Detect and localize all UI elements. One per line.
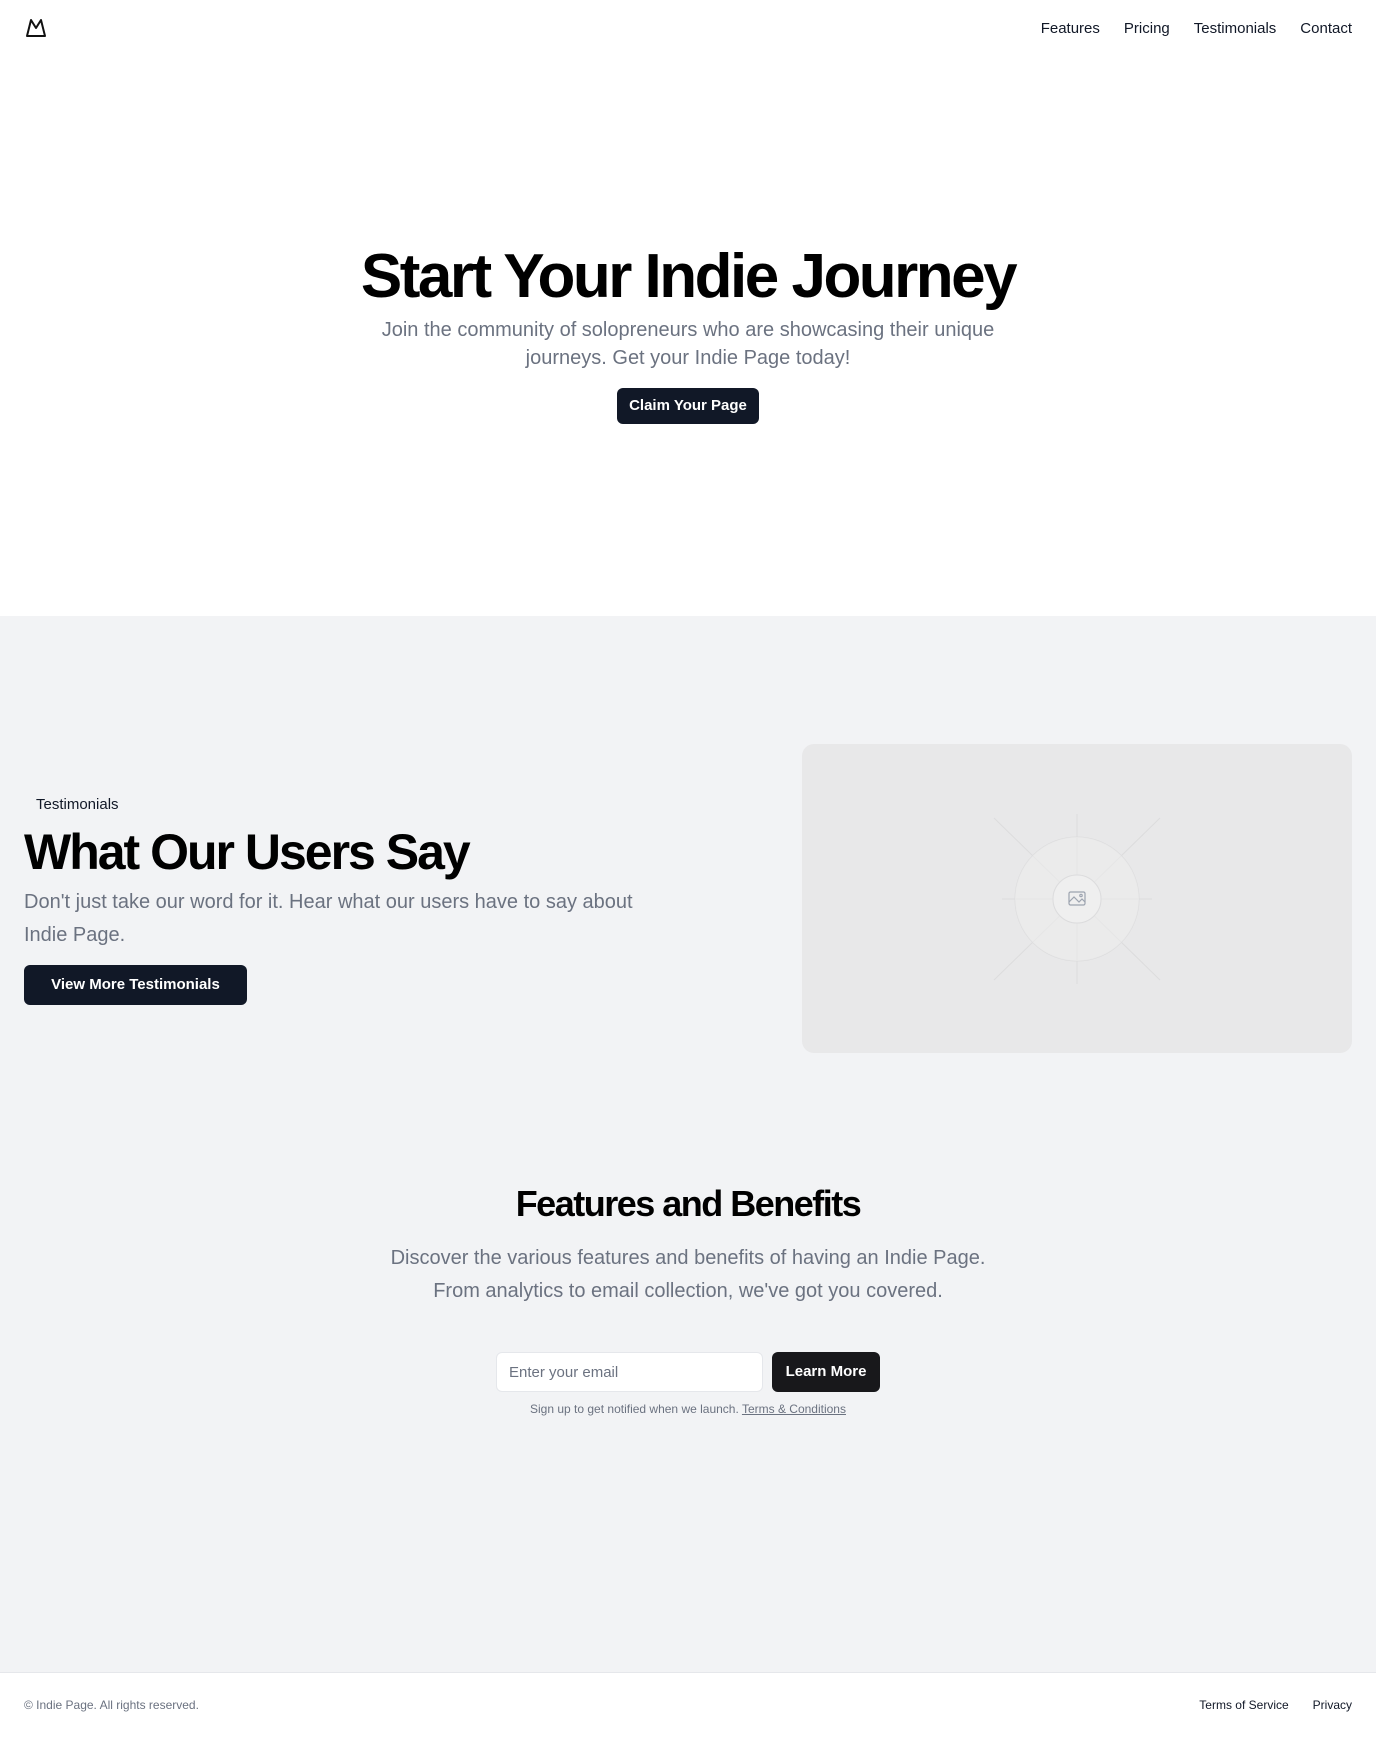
view-more-testimonials-button[interactable]: View More Testimonials (24, 965, 247, 1005)
privacy-link[interactable]: Privacy (1313, 1698, 1352, 1712)
hero-subtitle: Join the community of solopreneurs who a… (381, 319, 995, 369)
claim-page-button[interactable]: Claim Your Page (617, 388, 759, 424)
signup-note-text: Sign up to get notified when we launch. (530, 1402, 739, 1416)
learn-more-button[interactable]: Learn More (772, 1352, 880, 1392)
image-placeholder (802, 744, 1352, 1053)
features-description: Discover the various features and benefi… (390, 1247, 986, 1302)
gray-section: Testimonials What Our Users Say Don't ju… (0, 616, 1376, 1672)
features-title: Features and Benefits (515, 1183, 862, 1224)
testimonials-description: Don't just take our word for it. Hear wh… (24, 891, 633, 946)
signup-note: Sign up to get notified when we launch. … (0, 1402, 1376, 1416)
nav-link-pricing[interactable]: Pricing (1124, 20, 1170, 37)
nav-link-testimonials[interactable]: Testimonials (1194, 20, 1277, 37)
hero-title: Start Your Indie Journey (360, 242, 1018, 311)
nav-link-contact[interactable]: Contact (1300, 20, 1352, 37)
testimonials-title: What Our Users Say (24, 824, 471, 880)
testimonials-tag: Testimonials (36, 796, 119, 813)
email-input[interactable] (496, 1352, 763, 1392)
image-placeholder-icon (993, 814, 1161, 984)
mountain-logo-icon[interactable] (24, 16, 48, 40)
terms-conditions-link[interactable]: Terms & Conditions (742, 1402, 846, 1416)
footer-nav: Terms of Service Privacy (1199, 1698, 1352, 1712)
hero-section: Start Your Indie Journey Join the commun… (0, 56, 1376, 616)
nav-link-features[interactable]: Features (1041, 20, 1100, 37)
site-footer: © Indie Page. All rights reserved. Terms… (0, 1672, 1376, 1737)
terms-of-service-link[interactable]: Terms of Service (1199, 1698, 1288, 1712)
site-header: Features Pricing Testimonials Contact (0, 0, 1376, 56)
copyright-text: © Indie Page. All rights reserved. (24, 1698, 199, 1712)
main-nav: Features Pricing Testimonials Contact (1041, 20, 1352, 37)
